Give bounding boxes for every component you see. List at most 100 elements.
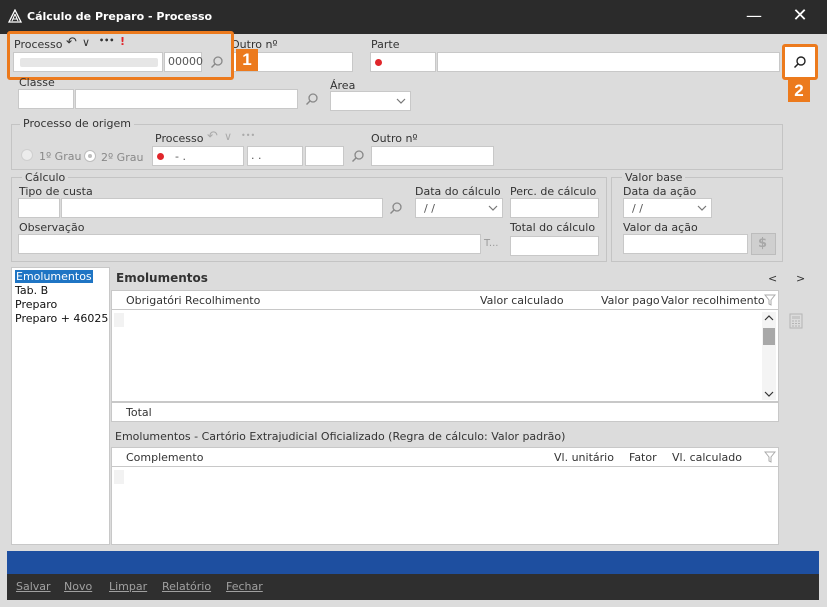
list-item[interactable]: Tab. B [15,284,48,297]
origem-processo-label: Processo [155,132,204,145]
col-valor-pago[interactable]: Valor pago [601,294,660,307]
perc-calculo-input[interactable] [510,198,599,218]
callout-frame-1 [7,31,234,80]
col-fator[interactable]: Fator [629,451,657,464]
valor-acao-input[interactable] [623,234,748,254]
col-obrigatorio-recolhimento[interactable]: Obrigatóri Recolhimento [126,294,260,307]
grid1-footer: Total [111,402,779,422]
scroll-down-icon[interactable] [764,390,774,398]
classe-code-input[interactable] [18,89,74,109]
novo-button[interactable]: Novo [64,580,92,593]
close-button[interactable]: ✕ [786,4,814,30]
callout-badge-2: 2 [788,80,810,102]
dollar-icon: $ [758,236,768,251]
grau2-radio[interactable] [84,150,96,162]
title-bar: Cálculo de Preparo - Processo — ✕ [0,0,827,34]
total-calculo-input[interactable] [510,236,599,256]
col-complemento[interactable]: Complemento [126,451,203,464]
origem-processo-input[interactable]: - . [152,146,244,166]
list-item[interactable]: Preparo + 46025 [15,312,108,325]
data-calculo-label: Data do cálculo [415,185,501,198]
classe-label: Classe [19,76,55,89]
filter-icon[interactable] [764,451,776,463]
chevron-down-icon[interactable] [488,203,498,213]
minimize-button[interactable]: — [740,4,768,30]
calculo-preparo-window: Cálculo de Preparo - Processo — ✕ Proces… [0,0,827,607]
required-dot [157,153,164,160]
valor-acao-label: Valor da ação [623,221,698,234]
data-calculo-input[interactable]: / / [415,198,503,218]
chevron-down-icon[interactable] [697,203,707,213]
tipo-custa-name-input[interactable] [61,198,383,218]
total-label: Total [126,406,152,419]
next-icon[interactable]: > [796,272,805,285]
category-list: Emolumentos Tab. B Preparo Preparo + 460… [11,267,110,545]
app-logo-icon [8,9,22,23]
origem-processo-part2[interactable]: . . [247,146,303,166]
radio-dot [88,154,92,158]
tipo-custa-label: Tipo de custa [19,185,93,198]
limpar-button[interactable]: Limpar [109,580,147,593]
tipo-custa-code-input[interactable] [18,198,60,218]
callout-badge-1: 1 [236,49,258,71]
prev-icon[interactable]: < [768,272,777,285]
list-item[interactable]: Emolumentos [15,270,93,283]
scroll-thumb[interactable] [763,328,775,345]
grid1-header: Obrigatóri Recolhimento Valor calculado … [111,290,779,310]
grid2-header: Complemento Vl. unitário Fator Vl. calcu… [111,447,779,467]
origem-processo-mask: - . [175,150,186,163]
grid2-body [111,466,779,545]
grid2-title: Emolumentos - Cartório Extrajudicial Ofi… [115,430,566,443]
total-calculo-label: Total do cálculo [510,221,596,234]
origem-outro-label: Outro nº [371,132,418,145]
observacao-label: Observação [19,221,85,234]
grid1-scrollbar[interactable] [762,312,776,400]
parte-search-button[interactable] [782,44,818,80]
relatorio-button[interactable]: Relatório [162,580,211,593]
search-icon[interactable] [351,149,365,163]
search-icon[interactable] [305,92,319,106]
data-acao-label: Data da ação [623,185,697,198]
search-icon [793,56,806,69]
valor-base-title: Valor base [622,171,686,184]
grid1-title: Emolumentos [116,271,208,285]
more-icon[interactable]: ••• [241,131,255,140]
origem-processo-part3[interactable] [305,146,344,166]
observacao-input[interactable] [18,234,481,254]
row-indicator [114,313,124,327]
col-valor-calculado[interactable]: Valor calculado [480,294,564,307]
row-indicator [114,470,124,484]
undo-icon[interactable]: ↶ [207,129,218,144]
parte-name-input[interactable] [437,52,780,72]
list-item[interactable]: Preparo [15,298,57,311]
data-acao-input[interactable]: / / [623,198,712,218]
parte-label: Parte [371,38,400,51]
required-dot [375,59,382,66]
grid1-body [111,309,779,402]
status-bar [7,551,819,574]
col-vl-unitario[interactable]: Vl. unitário [554,451,614,464]
text-expand-icon[interactable]: T... [484,238,498,249]
parte-code-input[interactable] [370,52,436,72]
window-title: Cálculo de Preparo - Processo [27,10,213,23]
fechar-button[interactable]: Fechar [226,580,263,593]
grau2-label: 2º Grau [101,151,144,164]
grau1-radio[interactable] [21,149,33,161]
origem-outro-input[interactable] [371,146,494,166]
processo-origem-title: Processo de origem [20,117,134,130]
classe-name-input[interactable] [75,89,298,109]
area-select[interactable] [330,91,411,111]
perc-calculo-label: Perc. de cálculo [510,185,597,198]
col-vl-calculado[interactable]: Vl. calculado [672,451,742,464]
scroll-up-icon[interactable] [764,314,774,322]
chevron-down-icon [396,98,406,104]
filter-icon[interactable] [764,294,776,306]
currency-button[interactable]: $ [751,233,776,255]
calculo-title: Cálculo [22,171,69,184]
calculator-icon[interactable] [789,313,803,329]
grau1-label: 1º Grau [39,150,82,163]
chevron-down-icon[interactable]: ∨ [224,130,232,143]
col-valor-recolhimento[interactable]: Valor recolhimento [661,294,765,307]
search-icon[interactable] [389,201,403,215]
salvar-button[interactable]: Salvar [16,580,51,593]
